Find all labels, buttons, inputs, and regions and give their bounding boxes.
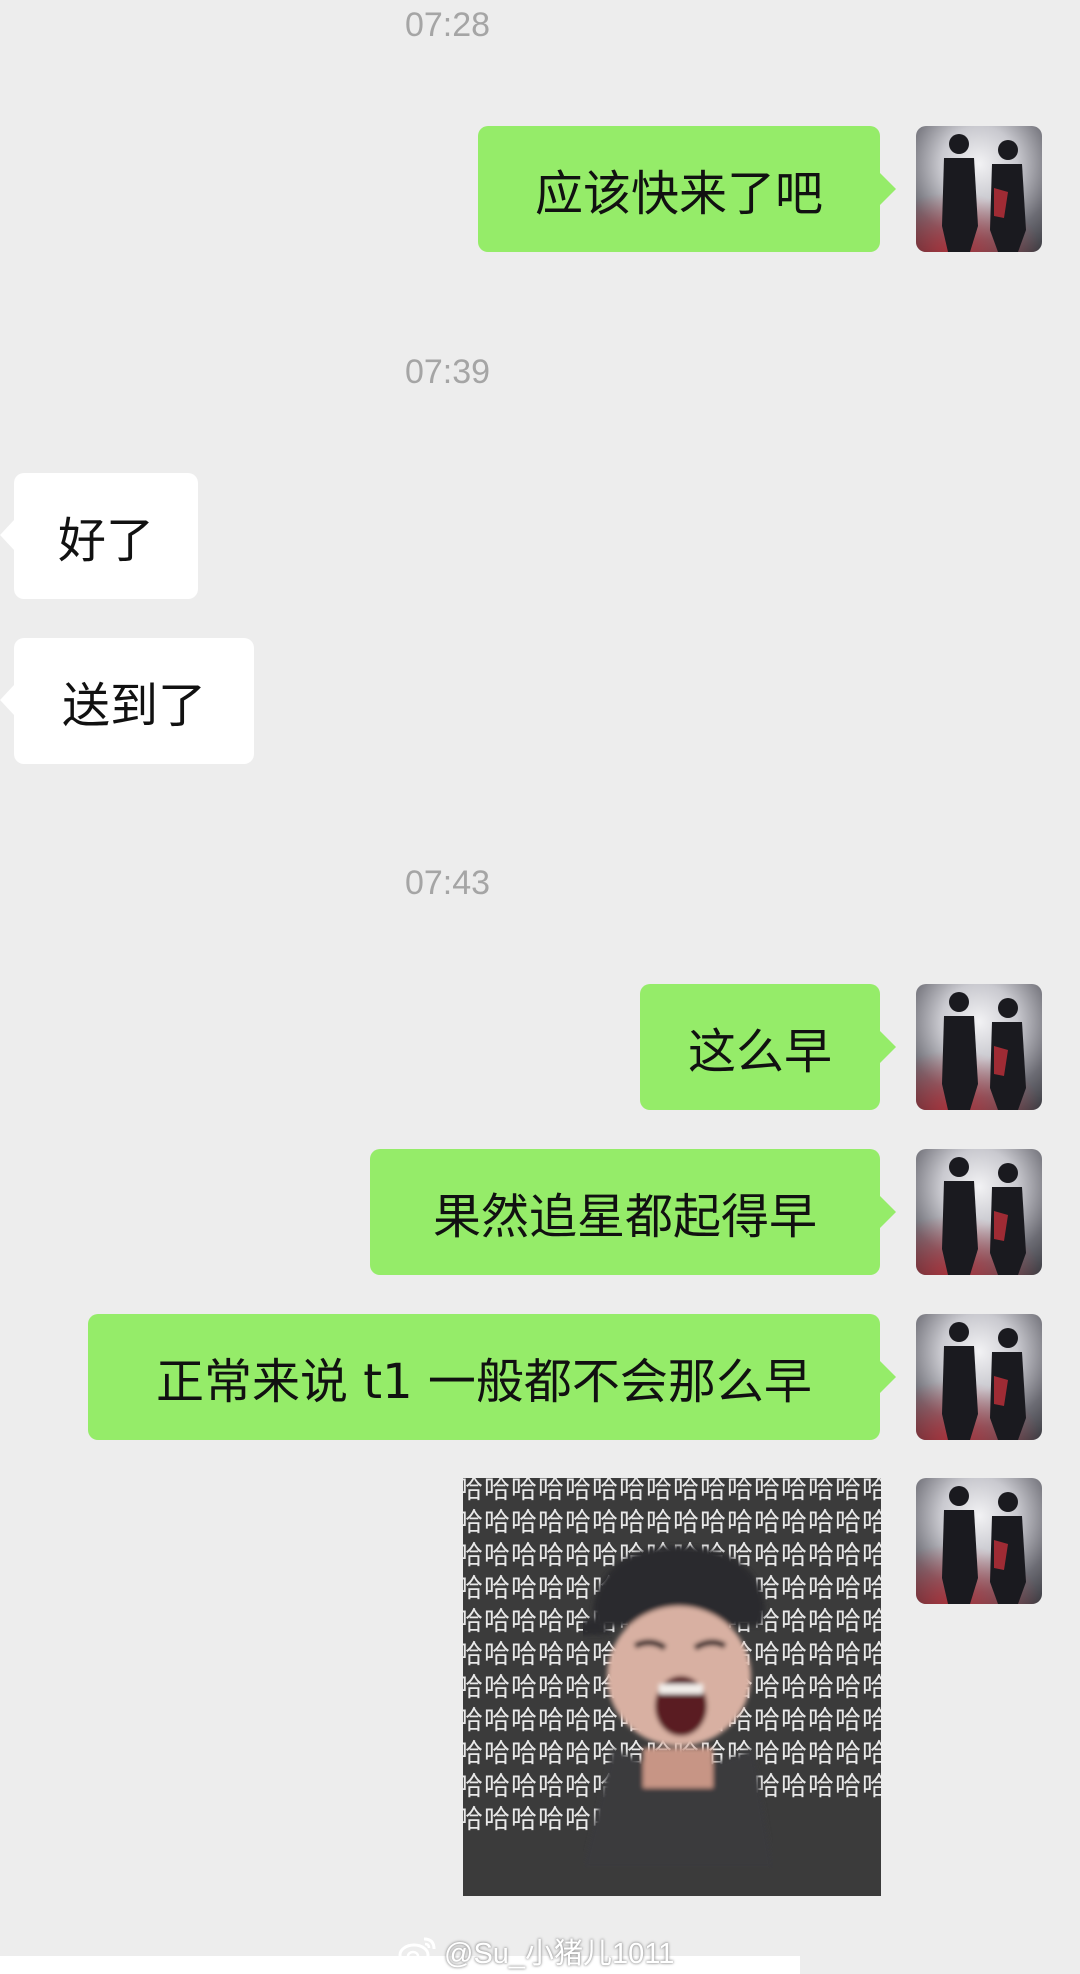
my-avatar[interactable] — [916, 126, 1042, 252]
timestamp: 07:28 — [404, 6, 491, 44]
timestamp: 07:43 — [404, 864, 491, 902]
avatar-silhouette-icon — [942, 992, 1026, 1110]
avatar-silhouette-icon — [942, 1322, 1026, 1440]
watermark-text: @Su_小猪儿1011 — [444, 1938, 675, 1970]
my-avatar[interactable] — [916, 984, 1042, 1110]
sent-message-bubble[interactable]: 果然追星都起得早 — [370, 1149, 896, 1275]
weibo-logo-icon — [398, 1937, 436, 1967]
my-avatar[interactable] — [916, 1149, 1042, 1275]
avatar-silhouette-icon — [942, 134, 1026, 252]
sent-message-bubble[interactable]: 应该快来了吧 — [478, 126, 896, 252]
laughing-man-figure-icon — [583, 1546, 773, 1868]
my-avatar[interactable] — [916, 1314, 1042, 1440]
weibo-watermark: @Su_小猪儿1011 — [398, 1930, 674, 1972]
my-avatar[interactable] — [916, 1478, 1042, 1604]
timestamp: 07:39 — [404, 353, 491, 391]
received-message-bubble[interactable]: 好了 — [0, 473, 198, 599]
received-message-bubble[interactable]: 送到了 — [0, 638, 254, 764]
avatar-silhouette-icon — [942, 1486, 1026, 1604]
sent-message-bubble[interactable]: 正常来说 t1 一般都不会那么早 — [88, 1314, 896, 1440]
sent-message-bubble[interactable]: 这么早 — [640, 984, 896, 1110]
avatar-silhouette-icon — [942, 1157, 1026, 1275]
sticker-image-message[interactable]: 哈哈哈哈哈哈哈哈哈哈哈哈哈哈哈哈哈哈哈哈哈哈哈哈哈哈哈哈哈哈哈哈哈哈哈哈哈哈哈哈… — [463, 1478, 881, 1896]
